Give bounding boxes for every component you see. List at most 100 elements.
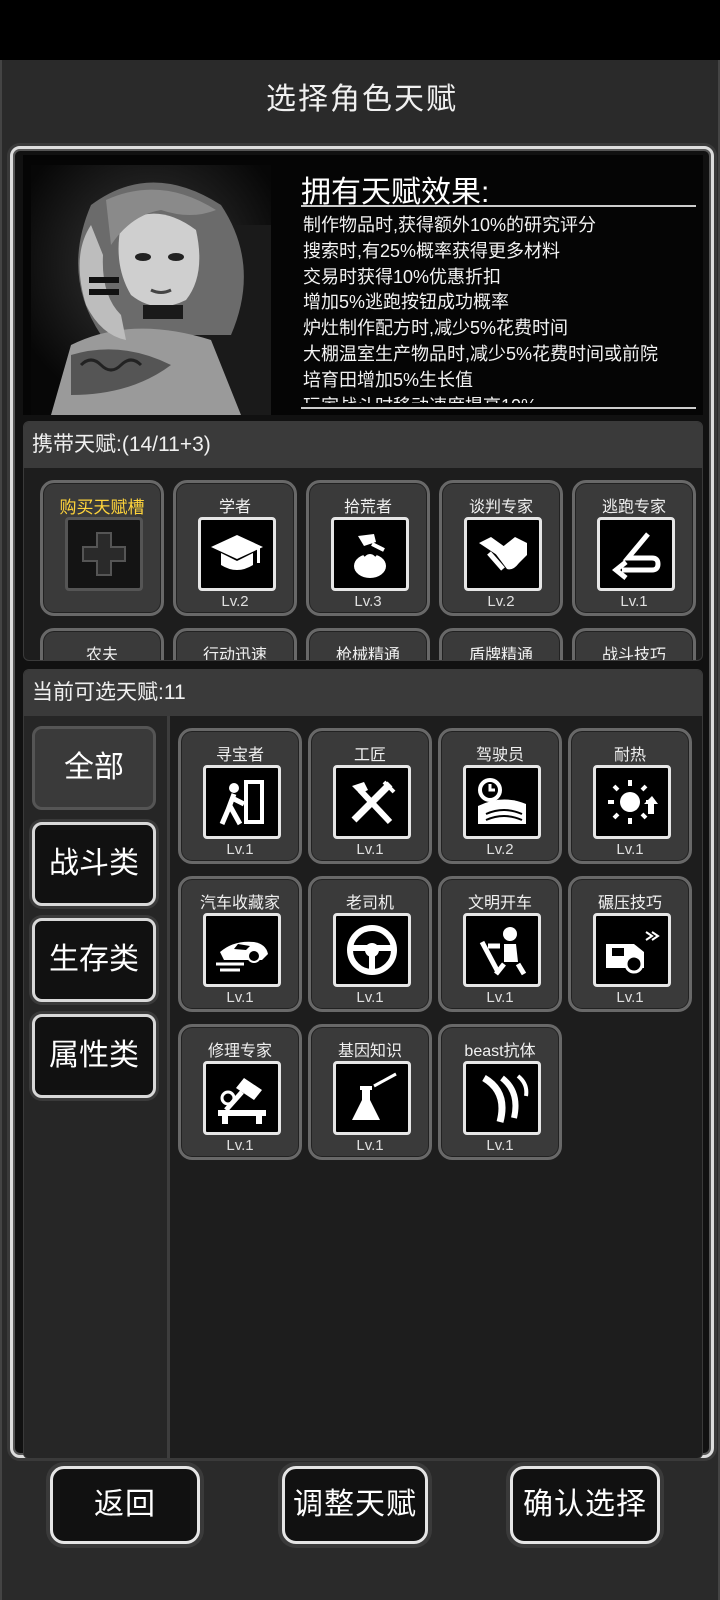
talent-label: 汽车收藏家 — [199, 895, 280, 912]
effect-line: 搜索时,有25%概率获得更多材料 — [303, 240, 561, 261]
available-talent-slot[interactable]: 老司机 Lv.1 — [308, 876, 432, 1012]
talent-icon-frame — [463, 913, 541, 987]
seatbelt-driver-icon — [479, 927, 527, 976]
carried-talents-section: 携带天赋:(14/11+3) 购买天赋槽 学者 Lv.2 拾荒者 Lv.3 谈判… — [23, 421, 703, 661]
carried-talent-slot[interactable]: 逃跑专家 Lv.1 — [572, 480, 696, 616]
talent-label: 盾牌精通 — [468, 647, 533, 661]
character-portrait — [31, 165, 271, 415]
carried-talent-slot[interactable]: 枪械精通 — [306, 628, 430, 660]
page-title: 选择角色天赋 — [266, 83, 458, 116]
tab-attribute[interactable]: 属性类 — [32, 1014, 156, 1098]
adjust-talent-button[interactable]: 调整天赋 — [282, 1466, 428, 1544]
talent-label: 逃跑专家 — [601, 499, 666, 516]
car-crash-icon — [606, 931, 660, 974]
buy-talent-slot-button[interactable]: 购买天赋槽 — [40, 480, 164, 616]
confirm-selection-button[interactable]: 确认选择 — [510, 1466, 660, 1544]
steering-wheel-icon — [347, 925, 397, 975]
talent-label: 基因知识 — [337, 1043, 402, 1060]
carried-talent-slot[interactable]: 盾牌精通 — [439, 628, 563, 661]
talent-level: Lv.1 — [356, 841, 384, 858]
talent-label: 拾荒者 — [343, 499, 392, 516]
tab-all[interactable]: 全部 — [32, 726, 156, 810]
carried-talent-slot[interactable]: 学者 Lv.2 — [173, 480, 297, 616]
talent-level: Lv.1 — [226, 841, 254, 858]
claw-antibody-icon — [482, 1074, 529, 1123]
talent-label: 谈判专家 — [468, 499, 533, 516]
talent-label: 耐热 — [613, 747, 646, 764]
repair-gear-icon — [218, 1078, 266, 1124]
buy-talent-slot-label: 购买天赋槽 — [59, 498, 145, 517]
graduation-cap-icon — [211, 535, 263, 570]
scavenger-icon — [354, 534, 386, 578]
talent-icon-frame — [333, 1061, 411, 1135]
talent-level: Lv.2 — [221, 593, 249, 610]
talent-icon-frame — [198, 517, 276, 591]
effect-line: 增加5%逃跑按钮成功概率 — [303, 292, 510, 313]
talent-label: beast抗体 — [464, 1043, 536, 1060]
carried-talent-slot[interactable]: 农夫 — [40, 628, 164, 661]
carried-talent-slot[interactable]: 战斗技巧 — [572, 628, 696, 661]
talent-icon-frame — [333, 913, 411, 987]
available-talent-slot[interactable]: 基因知识 Lv.1 — [308, 1024, 432, 1160]
talent-icon-frame — [597, 517, 675, 591]
carried-talent-slot[interactable]: 行动迅速 — [173, 628, 297, 661]
available-talent-slot[interactable]: 耐热 Lv.1 — [568, 728, 692, 864]
talent-level: Lv.1 — [356, 989, 384, 1006]
available-talent-slot[interactable]: 汽车收藏家 Lv.1 — [178, 876, 302, 1012]
talent-icon-frame — [333, 765, 411, 839]
effect-line: 交易时获得10%优惠折扣 — [303, 266, 502, 287]
talent-level: Lv.1 — [486, 989, 514, 1006]
effect-line: 玩家战斗时移动速度提高10% — [303, 394, 703, 403]
talent-label: 战斗技巧 — [601, 647, 666, 661]
talent-label: 行动迅速 — [202, 647, 267, 661]
talent-level: Lv.1 — [486, 1137, 514, 1154]
carried-talent-slot[interactable]: 拾荒者 Lv.3 — [306, 480, 430, 616]
talent-level: Lv.3 — [354, 593, 382, 610]
talent-icon-frame — [593, 765, 671, 839]
carried-talents-header: 携带天赋:(14/11+3) — [24, 422, 702, 468]
talent-label: 农夫 — [85, 647, 118, 661]
talent-level: Lv.1 — [616, 989, 644, 1006]
talent-icon-frame — [593, 913, 671, 987]
plus-icon-frame — [65, 517, 143, 591]
driver-icon — [478, 778, 526, 824]
available-talents-grid[interactable]: 寻宝者 Lv.1 工匠 Lv.1 驾驶员 Lv.2 耐热 Lv.1 汽车收藏家 … — [178, 728, 698, 1428]
effects-header: 拥有天赋效果: 制作物品时,获得额外10%的研究评分 搜索时,有25%概率获得更… — [23, 155, 703, 415]
available-talent-slot[interactable]: 寻宝者 Lv.1 — [178, 728, 302, 864]
talent-level: Lv.1 — [226, 1137, 254, 1154]
effects-list[interactable]: 制作物品时,获得额外10%的研究评分 搜索时,有25%概率获得更多材料 交易时获… — [303, 213, 703, 403]
effects-divider-top — [301, 205, 696, 207]
talent-level: Lv.2 — [487, 593, 515, 610]
tab-combat[interactable]: 战斗类 — [32, 822, 156, 906]
tab-survival[interactable]: 生存类 — [32, 918, 156, 1002]
carried-talents-grid[interactable]: 购买天赋槽 学者 Lv.2 拾荒者 Lv.3 谈判专家 Lv.2 逃跑专家 Lv… — [32, 480, 696, 661]
effect-line: 炉灶制作配方时,减少5%花费时间 — [303, 318, 569, 339]
talent-icon-frame — [463, 1061, 541, 1135]
available-talent-slot[interactable]: 碾压技巧 Lv.1 — [568, 876, 692, 1012]
main-panel: 拥有天赋效果: 制作物品时,获得额外10%的研究评分 搜索时,有25%概率获得更… — [10, 146, 714, 1459]
talent-label: 老司机 — [345, 895, 394, 912]
effect-line: 培育田增加5%生长值 — [303, 369, 474, 390]
effect-line: 制作物品时,获得额外10%的研究评分 — [303, 215, 597, 235]
carried-talent-slot[interactable]: 谈判专家 Lv.2 — [439, 480, 563, 616]
talent-icon-frame — [203, 765, 281, 839]
talent-label: 文明开车 — [467, 895, 532, 912]
back-button[interactable]: 返回 — [50, 1466, 200, 1544]
available-talent-slot[interactable]: 工匠 Lv.1 — [308, 728, 432, 864]
available-talent-slot[interactable]: beast抗体 Lv.1 — [438, 1024, 562, 1160]
sports-car-icon — [216, 941, 268, 972]
status-bar — [0, 0, 720, 60]
talent-icon-frame — [203, 1061, 281, 1135]
talent-label: 驾驶员 — [475, 747, 524, 764]
talent-level: Lv.2 — [486, 841, 514, 858]
talent-label: 寻宝者 — [215, 747, 264, 764]
handshake-icon — [479, 537, 527, 571]
available-talent-slot[interactable]: 文明开车 Lv.1 — [438, 876, 562, 1012]
escape-arrow-icon — [611, 532, 661, 580]
available-talents-header: 当前可选天赋:11 — [24, 670, 702, 716]
talent-icon-frame — [203, 913, 281, 987]
available-talent-slot[interactable]: 修理专家 Lv.1 — [178, 1024, 302, 1160]
available-talent-slot[interactable]: 驾驶员 Lv.2 — [438, 728, 562, 864]
talent-level: Lv.1 — [616, 841, 644, 858]
talent-label: 修理专家 — [207, 1043, 272, 1060]
